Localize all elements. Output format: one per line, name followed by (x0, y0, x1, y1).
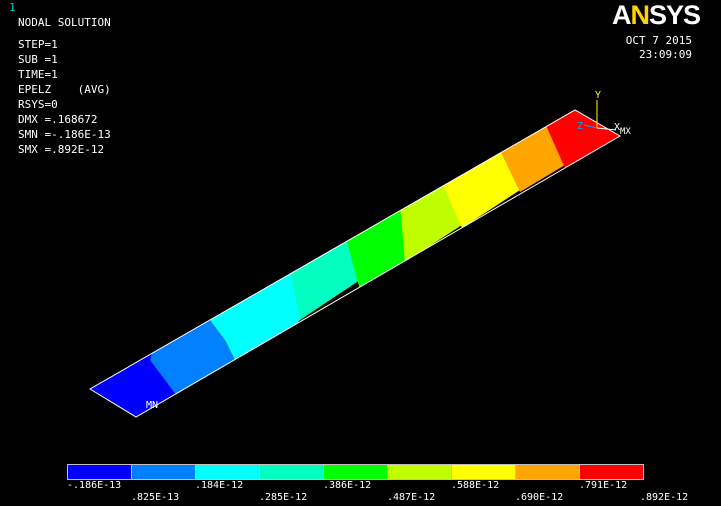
legend-swatch-8 (515, 464, 580, 480)
triad-z-label: Z (577, 121, 583, 132)
legend-label-2: .825E-13 (131, 492, 180, 503)
legend-label-5: .386E-12 (323, 480, 372, 491)
legend-swatch-1 (67, 464, 132, 480)
min-marker: MN (146, 400, 158, 411)
legend-label-9: .791E-12 (579, 480, 628, 491)
legend-swatch-7 (451, 464, 516, 480)
legend-label-10: .892E-12 (640, 492, 689, 503)
legend-label-1: -.186E-13 (67, 480, 122, 491)
legend-label-7: .588E-12 (451, 480, 500, 491)
legend-label-3: .184E-12 (195, 480, 244, 491)
triad-y-label: Y (595, 90, 601, 101)
legend-label-6: .487E-12 (387, 492, 436, 503)
legend-swatch-2 (131, 464, 196, 480)
legend-swatch-9 (579, 464, 644, 480)
max-marker: MX (620, 127, 631, 137)
legend-swatch-5 (323, 464, 388, 480)
legend-swatch-3 (195, 464, 260, 480)
legend-label-4: .285E-12 (259, 492, 308, 503)
legend-swatch-6 (387, 464, 452, 480)
legend-swatch-4 (259, 464, 324, 480)
legend-label-8: .690E-12 (515, 492, 564, 503)
contour-strip (90, 110, 620, 417)
contour-plot: Y Z X MX MN (89, 90, 631, 418)
